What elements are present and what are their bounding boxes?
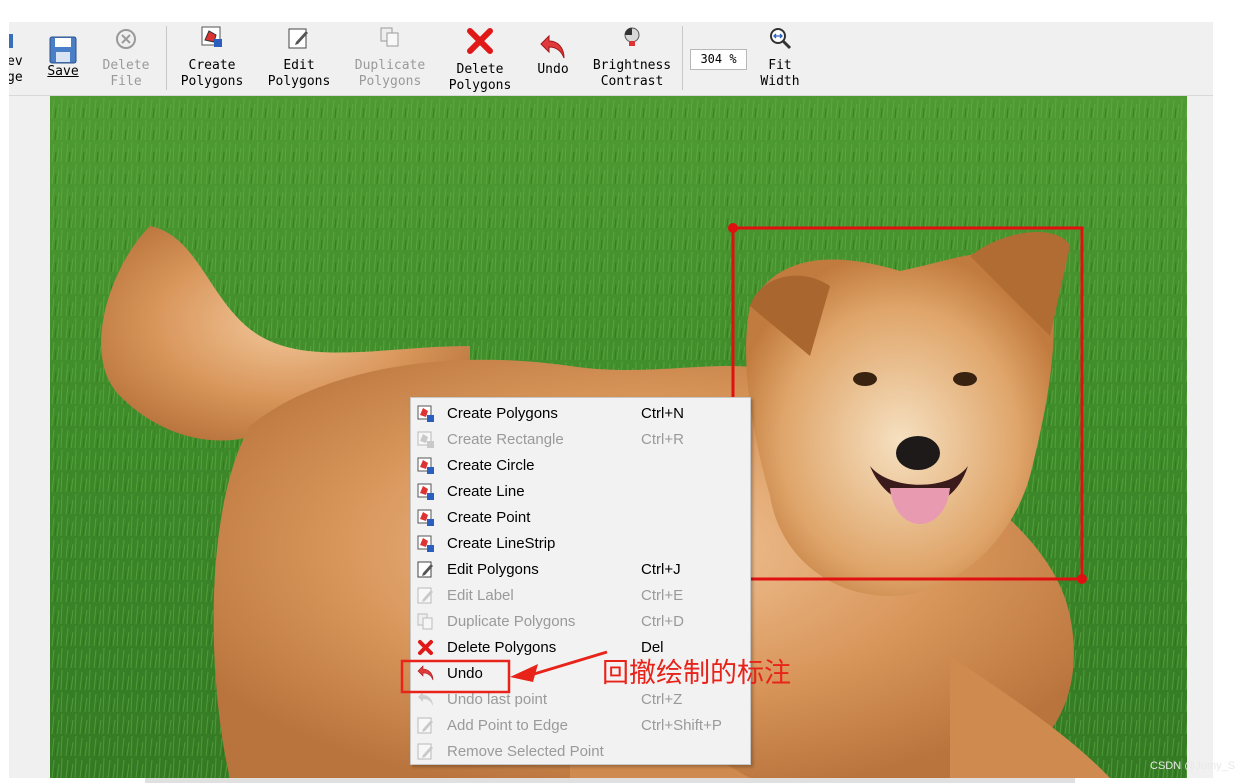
menu-item-label: Undo [447,665,483,682]
fit-width-label: Fit Width [760,58,800,89]
menu-item-create-circle[interactable]: Create Circle [411,452,750,478]
create-polygon-icon [417,405,434,422]
create-polygons-button[interactable]: Create Polygons [177,22,247,95]
create-polygon-icon [417,509,434,526]
delete-file-label: Delete File [102,58,150,89]
menu-item-create-rectangle[interactable]: Create Rectangle Ctrl+R [411,426,750,452]
menu-item-shortcut: Ctrl+Shift+P [641,717,722,734]
brightness-icon [624,27,640,46]
menu-item-label: Create Rectangle [447,431,564,448]
create-polygon-icon [417,483,434,500]
duplicate-polygons-label: Duplicate Polygons [354,58,426,89]
edit-polygons-label: Edit Polygons [267,58,331,89]
brightness-contrast-button[interactable]: Brightness Contrast [587,22,677,95]
menu-item-label: Edit Label [447,587,514,604]
menu-item-duplicate-polygons[interactable]: Duplicate Polygons Ctrl+D [411,608,750,634]
menu-item-label: Create Polygons [447,405,558,422]
create-polygon-icon [417,535,434,552]
menu-item-shortcut: Ctrl+E [641,587,684,604]
menu-item-label: Add Point to Edge [447,717,568,734]
menu-item-edit-polygons[interactable]: Edit Polygons Ctrl+J [411,556,750,582]
menu-item-remove-selected-point[interactable]: Remove Selected Point [411,738,750,764]
menu-item-create-line[interactable]: Create Line [411,478,750,504]
menu-item-shortcut: Ctrl+D [641,613,684,630]
brightness-contrast-label: Brightness Contrast [592,58,672,89]
delete-circle-icon [116,29,136,49]
magnifier-icon [770,28,792,50]
menu-item-create-polygons[interactable]: Create Polygons Ctrl+N [411,400,750,426]
menu-item-shortcut: Ctrl+N [641,405,684,422]
undo-label: Undo [537,62,569,77]
horizontal-scrollbar[interactable] [145,778,1075,783]
menu-item-shortcut: Ctrl+Z [641,691,683,708]
undo-arrow-icon [540,34,565,59]
duplicate-icon [380,27,399,47]
open-button-partial[interactable]: ev ge [9,22,25,95]
menu-item-label: Create Point [447,509,531,526]
undo-button[interactable]: Undo [531,22,575,95]
menu-item-label: Duplicate Polygons [447,613,576,630]
open-button-label: ev ge [9,54,23,85]
edit-icon [417,717,433,734]
edit-icon [417,561,433,578]
floppy-disk-icon [49,36,77,64]
delete-polygons-button[interactable]: Delete Polygons [445,22,515,95]
delete-x-icon [467,28,493,54]
delete-file-button[interactable]: Delete File [99,22,153,95]
menu-item-label: Remove Selected Point [447,743,604,760]
save-label: Save [47,64,79,79]
create-polygon-icon [417,431,434,448]
menu-item-create-linestrip[interactable]: Create LineStrip [411,530,750,556]
menu-item-label: Create LineStrip [447,535,556,552]
menu-item-shortcut: Ctrl+R [641,431,684,448]
edit-polygons-button[interactable]: Edit Polygons [264,22,334,95]
menu-item-label: Create Line [447,483,525,500]
duplicate-polygons-button[interactable]: Duplicate Polygons [351,22,429,95]
edit-icon [417,587,433,604]
menu-item-label: Create Circle [447,457,535,474]
duplicate-icon [417,613,433,630]
menu-item-label: Delete Polygons [447,639,557,656]
watermark: CSDN @Jumy_S [1150,760,1236,772]
bbox-corner-handle [728,223,738,233]
annotation-text: 回撤绘制的标注 [602,658,791,689]
undo-arrow-icon [418,692,433,706]
fit-width-button[interactable]: Fit Width [758,22,802,95]
edit-icon [417,743,433,760]
delete-polygons-label: Delete Polygons [448,62,512,93]
zoom-input[interactable]: 304 % [690,49,747,70]
bbox-corner-handle [1077,574,1087,584]
create-polygon-icon [201,26,222,47]
menu-item-shortcut: Ctrl+J [641,561,681,578]
delete-x-icon [418,640,433,655]
create-polygon-icon [417,457,434,474]
toolbar-separator [166,26,167,90]
menu-item-label: Edit Polygons [447,561,539,578]
menu-item-edit-label[interactable]: Edit Label Ctrl+E [411,582,750,608]
menu-item-label: Undo last point [447,691,548,708]
folder-icon [9,34,13,48]
save-button[interactable]: Save [41,22,85,95]
menu-item-add-point-to-edge[interactable]: Add Point to Edge Ctrl+Shift+P [411,712,750,738]
toolbar: ev ge Save Delete File Create Polygons E… [9,22,1213,96]
menu-item-create-point[interactable]: Create Point [411,504,750,530]
create-polygons-label: Create Polygons [180,58,244,89]
edit-pencil-icon [288,28,308,49]
toolbar-separator [682,26,683,90]
context-menu: Create Polygons Ctrl+N Create Rectangle … [410,397,751,765]
undo-arrow-icon [417,665,434,681]
